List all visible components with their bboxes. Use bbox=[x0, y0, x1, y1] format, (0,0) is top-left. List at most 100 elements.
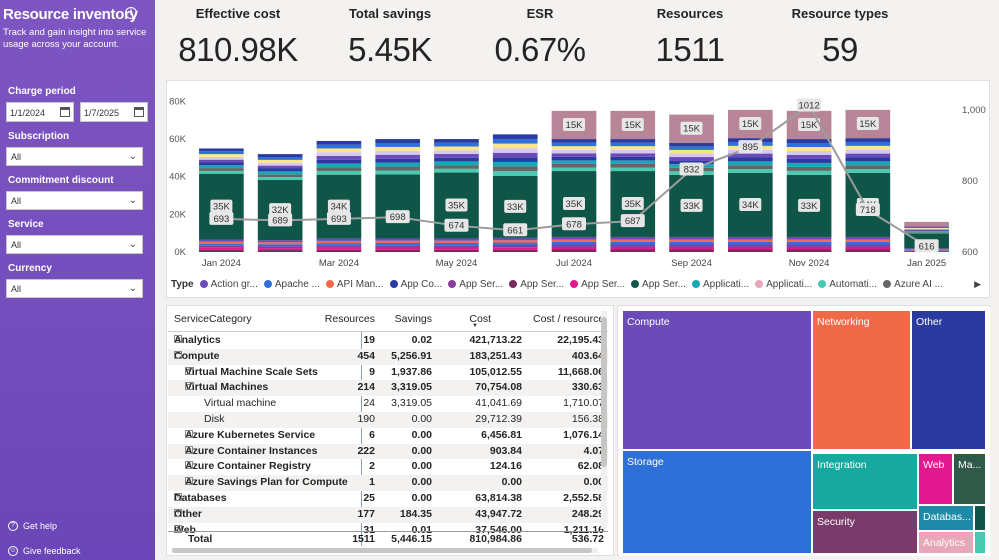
legend-item[interactable]: Applicati... bbox=[691, 279, 749, 290]
bar-segment[interactable] bbox=[375, 166, 421, 171]
bar-segment[interactable] bbox=[316, 148, 362, 153]
bar-segment[interactable] bbox=[257, 156, 303, 160]
bar-segment[interactable] bbox=[434, 240, 479, 243]
bar-segment[interactable] bbox=[786, 150, 832, 155]
bar-segment[interactable] bbox=[786, 166, 832, 171]
bar-segment[interactable] bbox=[610, 139, 656, 143]
bar-segment[interactable] bbox=[845, 246, 891, 250]
bar-segment[interactable] bbox=[199, 148, 244, 152]
bar-segment[interactable] bbox=[375, 170, 421, 175]
bar-segment[interactable] bbox=[257, 177, 303, 181]
legend-item[interactable]: Action gr... bbox=[199, 279, 258, 290]
expand-icon[interactable]: + bbox=[185, 366, 193, 375]
bar-segment[interactable] bbox=[551, 160, 597, 164]
bar-segment[interactable] bbox=[257, 168, 303, 172]
bar-segment[interactable] bbox=[434, 165, 479, 169]
header-resources[interactable]: Resources bbox=[325, 313, 375, 325]
bar-segment[interactable] bbox=[669, 249, 714, 252]
table-row[interactable]: − Compute 454 5,256.91 183,251.43 403.64 bbox=[168, 348, 608, 365]
bar-segment[interactable] bbox=[492, 249, 538, 252]
subscription-dropdown[interactable]: All ⌄ bbox=[6, 147, 143, 166]
treemap-cell-small[interactable] bbox=[974, 505, 986, 531]
bar-segment[interactable] bbox=[492, 148, 538, 153]
charge-period-start-input[interactable]: 1/1/2024 bbox=[6, 102, 74, 122]
treemap-cell-compute[interactable]: Compute bbox=[622, 310, 812, 450]
bar-segment[interactable] bbox=[257, 242, 303, 245]
treemap-cell-integration[interactable]: Integration bbox=[812, 453, 918, 510]
bar-segment[interactable] bbox=[199, 154, 244, 157]
bar-segment[interactable] bbox=[610, 153, 656, 157]
bar-segment[interactable] bbox=[845, 138, 891, 142]
bar-segment[interactable] bbox=[727, 153, 773, 158]
bar-segment[interactable] bbox=[845, 236, 891, 240]
bar-segment[interactable] bbox=[375, 150, 421, 155]
bar-segment[interactable] bbox=[375, 247, 421, 250]
bar-segment[interactable] bbox=[492, 247, 538, 250]
bar-segment[interactable] bbox=[551, 167, 597, 172]
bar-segment[interactable] bbox=[199, 159, 244, 163]
give-feedback-link[interactable]: ☺ Give feedback bbox=[8, 546, 81, 556]
bar-segment[interactable] bbox=[610, 163, 656, 168]
bar-segment[interactable] bbox=[727, 239, 773, 242]
bar-segment[interactable] bbox=[786, 239, 832, 242]
bar-segment[interactable] bbox=[492, 134, 538, 139]
legend-item[interactable]: Apache ... bbox=[263, 279, 320, 290]
legend-item[interactable]: App Ser... bbox=[570, 279, 625, 290]
calendar-icon[interactable] bbox=[60, 107, 70, 117]
bar-segment[interactable] bbox=[904, 229, 949, 231]
bar-segment[interactable] bbox=[610, 236, 656, 240]
bar-segment[interactable] bbox=[375, 146, 421, 151]
bar-segment[interactable] bbox=[199, 241, 244, 244]
bar-segment[interactable] bbox=[316, 243, 362, 246]
table-row[interactable]: Disk 190 0.00 29,712.39 156.38 bbox=[168, 412, 608, 428]
bar-segment[interactable] bbox=[610, 156, 656, 161]
bar-segment[interactable] bbox=[434, 146, 479, 151]
bar-segment[interactable] bbox=[669, 239, 714, 242]
bar-segment[interactable] bbox=[727, 169, 773, 173]
vertical-scrollbar-thumb[interactable] bbox=[601, 317, 607, 467]
bar-segment[interactable] bbox=[257, 248, 303, 251]
bar-segment[interactable] bbox=[610, 146, 656, 150]
bar-segment[interactable] bbox=[904, 226, 949, 228]
bar-segment[interactable] bbox=[434, 157, 479, 162]
legend-item[interactable]: Automati... bbox=[818, 279, 877, 290]
bar-segment[interactable] bbox=[375, 240, 421, 243]
bar-segment[interactable] bbox=[316, 152, 362, 156]
bar-segment[interactable] bbox=[845, 244, 891, 247]
bar-segment[interactable] bbox=[551, 139, 597, 143]
header-cost-per-resource[interactable]: Cost / resource bbox=[533, 313, 604, 325]
bar-segment[interactable] bbox=[316, 163, 362, 168]
commitment-discount-dropdown[interactable]: All ⌄ bbox=[6, 191, 143, 210]
bar-segment[interactable] bbox=[610, 160, 656, 164]
bar-segment[interactable] bbox=[316, 155, 362, 160]
bar-segment[interactable] bbox=[375, 174, 421, 239]
bar-segment[interactable] bbox=[492, 242, 538, 245]
bar-segment[interactable] bbox=[434, 247, 479, 250]
bar-segment[interactable] bbox=[786, 139, 832, 144]
bar-segment[interactable] bbox=[199, 243, 244, 246]
bar-segment[interactable] bbox=[492, 171, 538, 176]
bar-segment[interactable] bbox=[845, 145, 891, 150]
bar-segment[interactable] bbox=[375, 154, 421, 159]
bar-segment[interactable] bbox=[257, 165, 303, 169]
bar-segment[interactable] bbox=[669, 244, 714, 247]
bar-segment[interactable] bbox=[257, 246, 303, 249]
bar-segment[interactable] bbox=[375, 249, 421, 252]
table-row[interactable]: + Azure Container Instances 222 0.00 903.84 4… bbox=[168, 443, 608, 460]
expand-icon[interactable]: + bbox=[174, 493, 182, 501]
bar-segment[interactable] bbox=[727, 249, 773, 252]
bar-segment[interactable] bbox=[845, 157, 891, 162]
bar-segment[interactable] bbox=[257, 250, 303, 252]
table-row[interactable]: + Other 177 184.35 43,947.72 248.29 bbox=[168, 506, 608, 523]
bar-segment[interactable] bbox=[375, 162, 421, 167]
table-row[interactable]: + Databases 25 0.00 63,814.38 2,552.58 bbox=[168, 491, 608, 507]
bar-segment[interactable] bbox=[434, 245, 479, 248]
bar-segment[interactable] bbox=[727, 165, 773, 170]
bar-segment[interactable] bbox=[786, 158, 832, 163]
bar-segment[interactable] bbox=[845, 239, 891, 242]
bar-segment[interactable] bbox=[669, 157, 714, 161]
bar-segment[interactable] bbox=[610, 239, 656, 242]
bar-segment[interactable] bbox=[610, 249, 656, 252]
bar-segment[interactable] bbox=[845, 169, 891, 173]
treemap-cell-networking[interactable]: Networking bbox=[812, 310, 911, 450]
